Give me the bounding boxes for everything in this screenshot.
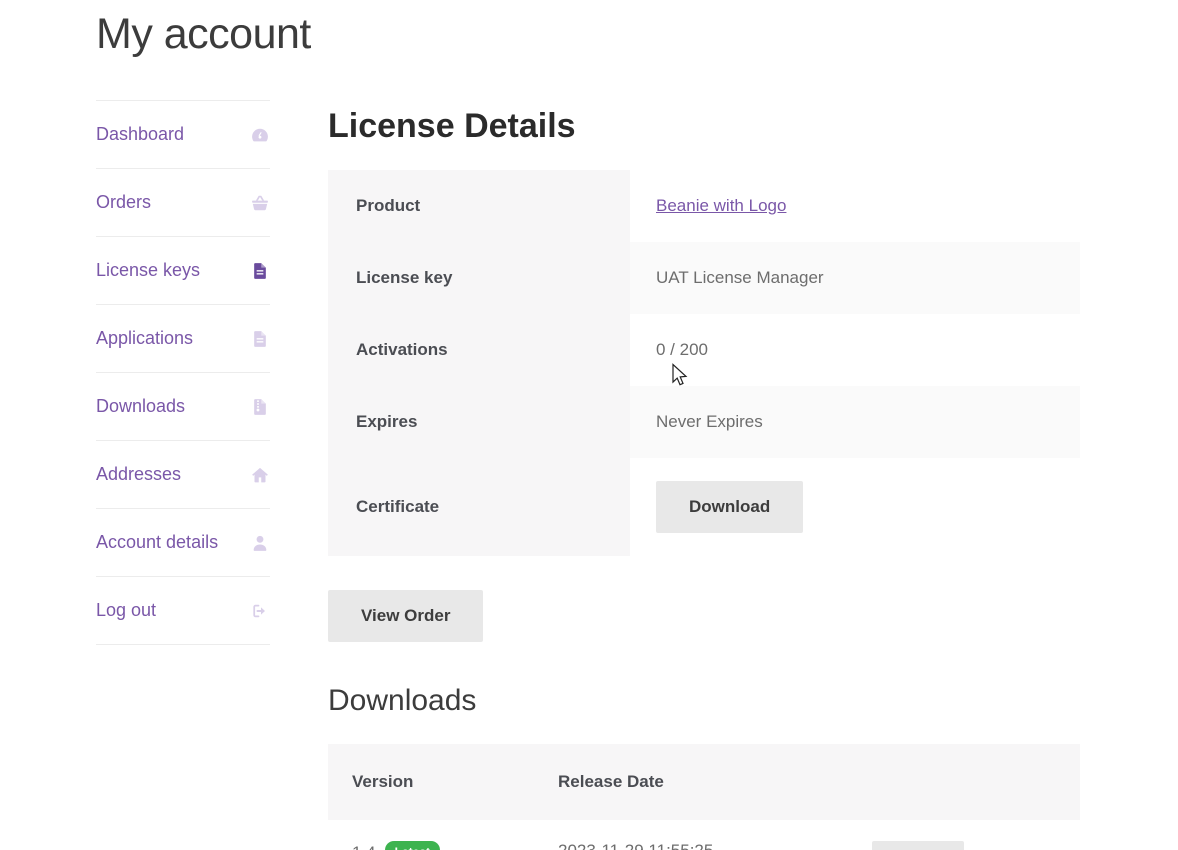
sidebar-item-label[interactable]: Addresses: [96, 464, 181, 485]
table-row: Expires Never Expires: [328, 386, 1080, 458]
row-value: 0 / 200: [630, 314, 1080, 386]
sidebar-item-log-out[interactable]: Log out: [96, 577, 270, 645]
license-details-table: Product Beanie with Logo License key UAT…: [328, 170, 1080, 556]
row-label: License key: [328, 242, 630, 314]
dashboard-icon: [250, 125, 270, 145]
row-value: Beanie with Logo: [630, 170, 1080, 242]
my-account-page: My account Dashboard Orders License keys…: [0, 0, 1178, 850]
page-title: My account: [96, 10, 311, 59]
sidebar-item-addresses[interactable]: Addresses: [96, 441, 270, 509]
row-value: Never Expires: [630, 386, 1080, 458]
license-details-heading: License Details: [328, 106, 1080, 146]
sidebar-item-label[interactable]: Log out: [96, 600, 156, 621]
certificate-download-button[interactable]: Download: [656, 481, 803, 533]
downloads-table-header: Version Release Date: [328, 744, 1080, 820]
row-value: Download: [630, 458, 1080, 556]
version-number: 1.4: [352, 843, 376, 850]
main-content: License Details Product Beanie with Logo…: [328, 100, 1080, 850]
sidebar-item-label[interactable]: Account details: [96, 532, 218, 553]
downloads-table: Version Release Date 1.4 Latest 2023-11-…: [328, 744, 1080, 850]
home-icon: [250, 465, 270, 485]
table-row: Activations 0 / 200: [328, 314, 1080, 386]
account-navigation: Dashboard Orders License keys Applicatio…: [96, 100, 270, 645]
table-row: 1.4 Latest 2023-11-29 11:55:25: [328, 820, 1080, 850]
sidebar-item-account-details[interactable]: Account details: [96, 509, 270, 577]
sidebar-item-label[interactable]: License keys: [96, 260, 200, 281]
sidebar-item-license-keys[interactable]: License keys: [96, 237, 270, 305]
file-archive-icon: [250, 397, 270, 417]
column-header-version: Version: [328, 772, 558, 792]
user-icon: [250, 533, 270, 553]
row-label: Activations: [328, 314, 630, 386]
downloads-heading: Downloads: [328, 682, 1080, 720]
sidebar-item-label[interactable]: Downloads: [96, 396, 185, 417]
file-text-icon: [250, 261, 270, 281]
table-row: License key UAT License Manager: [328, 242, 1080, 314]
row-label: Certificate: [328, 458, 630, 556]
table-row: Product Beanie with Logo: [328, 170, 1080, 242]
sidebar-item-downloads[interactable]: Downloads: [96, 373, 270, 441]
column-header-release-date: Release Date: [558, 772, 872, 792]
sidebar-item-applications[interactable]: Applications: [96, 305, 270, 373]
row-value: UAT License Manager: [630, 242, 1080, 314]
latest-badge: Latest: [385, 841, 440, 850]
release-date-cell: 2023-11-29 11:55:25: [558, 841, 872, 850]
product-link[interactable]: Beanie with Logo: [656, 196, 786, 216]
view-order-button[interactable]: View Order: [328, 590, 483, 642]
version-cell: 1.4 Latest: [328, 841, 558, 850]
row-label: Expires: [328, 386, 630, 458]
row-label: Product: [328, 170, 630, 242]
version-download-button[interactable]: [872, 841, 964, 850]
basket-icon: [250, 193, 270, 213]
sidebar-item-orders[interactable]: Orders: [96, 169, 270, 237]
sidebar-item-label[interactable]: Orders: [96, 192, 151, 213]
sidebar-item-dashboard[interactable]: Dashboard: [96, 101, 270, 169]
sidebar-item-label[interactable]: Applications: [96, 328, 193, 349]
sidebar-item-label[interactable]: Dashboard: [96, 124, 184, 145]
table-row: Certificate Download: [328, 458, 1080, 556]
file-text-icon: [250, 329, 270, 349]
action-cell: [872, 841, 1080, 850]
sign-out-icon: [250, 601, 270, 621]
